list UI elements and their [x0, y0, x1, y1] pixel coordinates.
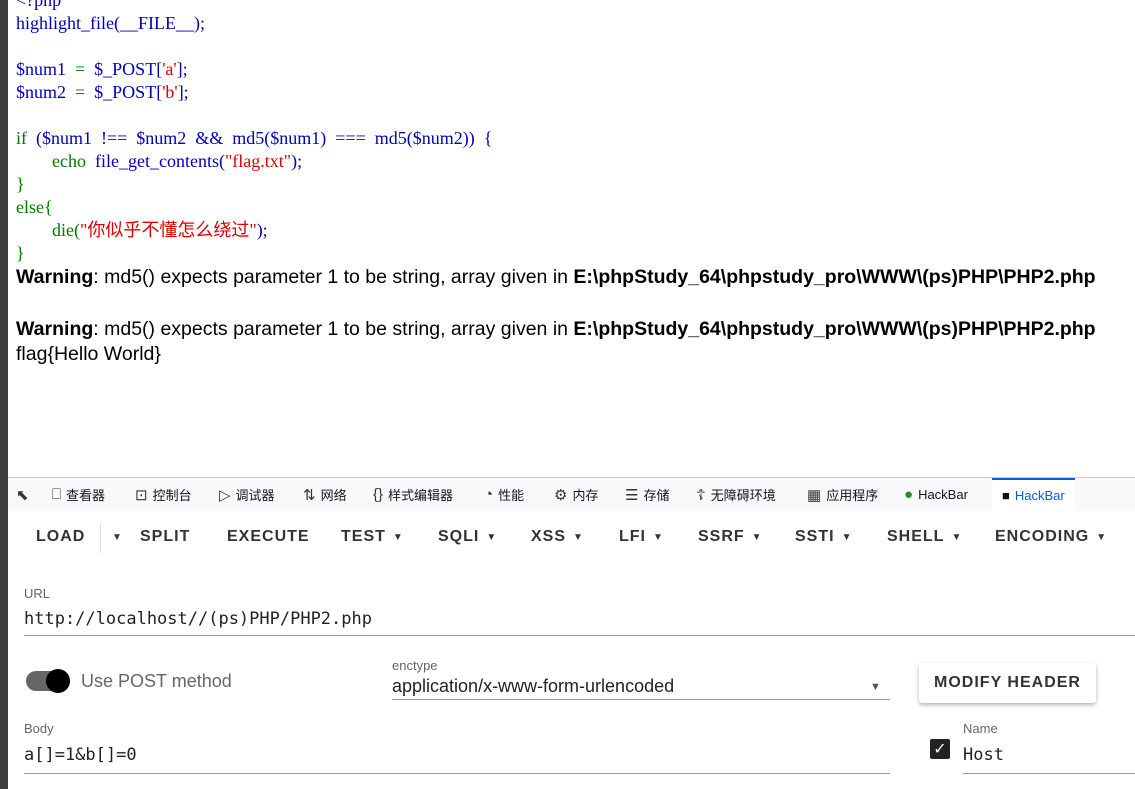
code-line: echo file_get_contents("flag.txt");	[52, 151, 303, 171]
tab-network[interactable]: ⇅ 网络	[303, 478, 347, 511]
code-line: else{	[16, 197, 53, 217]
url-label: URL	[24, 586, 51, 601]
warning-message: Warning: md5() expects parameter 1 to be…	[16, 266, 1096, 288]
caret-down-icon: ▼	[841, 531, 853, 543]
hackbar-panel: LOAD ▼ SPLIT EXECUTE TEST ▼ SQLI ▼ XSS ▼ LF…	[8, 511, 1135, 789]
split-button[interactable]: SPLIT	[140, 511, 190, 563]
tab-storage[interactable]: ☰ 存储	[625, 478, 669, 511]
hackbar-green-icon: ●	[904, 486, 914, 503]
tab-hackbar[interactable]: ■ HackBar	[992, 478, 1075, 511]
divider	[100, 523, 101, 553]
code-line: die("你似乎不懂怎么绕过");	[52, 220, 268, 240]
tab-style-editor[interactable]: {} 样式编辑器	[373, 478, 453, 511]
tab-performance[interactable]: ◔ 性能	[484, 478, 524, 511]
tab-debugger[interactable]: ▷ 调试器	[219, 478, 275, 511]
code-line: $num2 = $_POST['b'];	[16, 82, 189, 102]
tab-hackbar-legacy[interactable]: ● HackBar	[904, 478, 968, 511]
code-line: if ($num1 !== $num2 && md5($num1) === md…	[16, 128, 493, 148]
caret-down-icon: ▼	[951, 531, 963, 543]
code-line: }	[16, 174, 25, 194]
style-editor-icon: {}	[373, 486, 384, 503]
load-dropdown-button[interactable]: ▼	[105, 511, 123, 563]
caret-down-icon: ▼	[392, 531, 404, 543]
hackbar-icon: ■	[1002, 488, 1010, 503]
caret-down-icon: ▼	[486, 531, 498, 543]
check-icon: ✓	[933, 741, 947, 758]
warning-message: Warning: md5() expects parameter 1 to be…	[16, 318, 1096, 340]
url-underline	[24, 635, 1135, 636]
application-icon: ▦	[807, 486, 822, 504]
code-line: }	[16, 243, 25, 263]
post-method-label: Use POST method	[81, 671, 232, 691]
ssti-menu[interactable]: SSTI ▼	[795, 511, 852, 563]
code-line: highlight_file(__FILE__);	[16, 13, 205, 33]
devtools-tabbar: ⬉ ⎕ 查看器 ⊡ 控制台 ▷ 调试器 ⇅ 网络 {} 样式编辑器 ◔ 性能 ⚙ 内存 ☰ 存储…	[8, 477, 1135, 512]
caret-down-icon: ▼	[653, 531, 664, 543]
encoding-menu[interactable]: ENCODING ▼	[995, 511, 1107, 563]
page-content: <?php highlight_file(__FILE__); $num1 = …	[8, 0, 1135, 476]
enctype-underline	[392, 699, 890, 700]
header-name-underline	[963, 773, 1135, 774]
pick-element-icon[interactable]: ⬉	[16, 478, 34, 511]
performance-icon: ◔	[484, 486, 494, 503]
console-icon: ⊡	[135, 486, 148, 504]
toggle-knob[interactable]	[46, 669, 70, 693]
caret-down-icon: ▼	[1096, 531, 1108, 543]
execute-button[interactable]: EXECUTE	[227, 511, 310, 563]
ssrf-menu[interactable]: SSRF ▼	[698, 511, 763, 563]
php-source: <?php highlight_file(__FILE__); $num1 = …	[16, 0, 492, 265]
load-button[interactable]: LOAD	[36, 511, 85, 563]
sqli-menu[interactable]: SQLI ▼	[438, 511, 497, 563]
body-input[interactable]: a[]=1&b[]=0	[24, 745, 137, 765]
code-line: <?php	[16, 0, 62, 10]
code-line: $num1 = $_POST['a'];	[16, 59, 188, 79]
inspector-icon: ⎕	[52, 486, 62, 503]
network-icon: ⇅	[303, 486, 316, 504]
test-menu[interactable]: TEST ▼	[341, 511, 404, 563]
caret-down-icon: ▼	[751, 531, 763, 543]
dropdown-arrow-icon[interactable]: ▼	[870, 681, 881, 693]
caret-down-icon: ▼	[112, 531, 123, 543]
url-input[interactable]: http://localhost//(ps)PHP/PHP2.php	[24, 609, 372, 629]
header-name-input[interactable]: Host	[963, 745, 1004, 765]
enctype-label: enctype	[392, 658, 438, 673]
tab-console[interactable]: ⊡ 控制台	[135, 478, 192, 511]
tab-memory[interactable]: ⚙ 内存	[554, 478, 598, 511]
caret-down-icon: ▼	[573, 531, 584, 543]
header-name-label: Name	[963, 721, 998, 736]
lfi-menu[interactable]: LFI ▼	[619, 511, 664, 563]
accessibility-icon: ☦	[696, 486, 706, 504]
debugger-icon: ▷	[219, 486, 231, 504]
enctype-select[interactable]: application/x-www-form-urlencoded	[392, 676, 674, 697]
modify-header-button[interactable]: MODIFY HEADER	[919, 663, 1096, 703]
flag-output: flag{Hello World}	[16, 343, 161, 365]
xss-menu[interactable]: XSS ▼	[531, 511, 584, 563]
storage-icon: ☰	[625, 486, 639, 504]
tab-accessibility[interactable]: ☦ 无障碍环境	[696, 478, 776, 511]
tab-inspector[interactable]: ⎕ 查看器	[52, 478, 105, 511]
shell-menu[interactable]: SHELL ▼	[887, 511, 962, 563]
body-underline	[24, 773, 890, 774]
window-edge	[0, 0, 8, 789]
body-label: Body	[24, 721, 54, 736]
memory-icon: ⚙	[554, 486, 568, 504]
header-enable-checkbox[interactable]: ✓	[930, 739, 950, 759]
tab-application[interactable]: ▦ 应用程序	[807, 478, 878, 511]
